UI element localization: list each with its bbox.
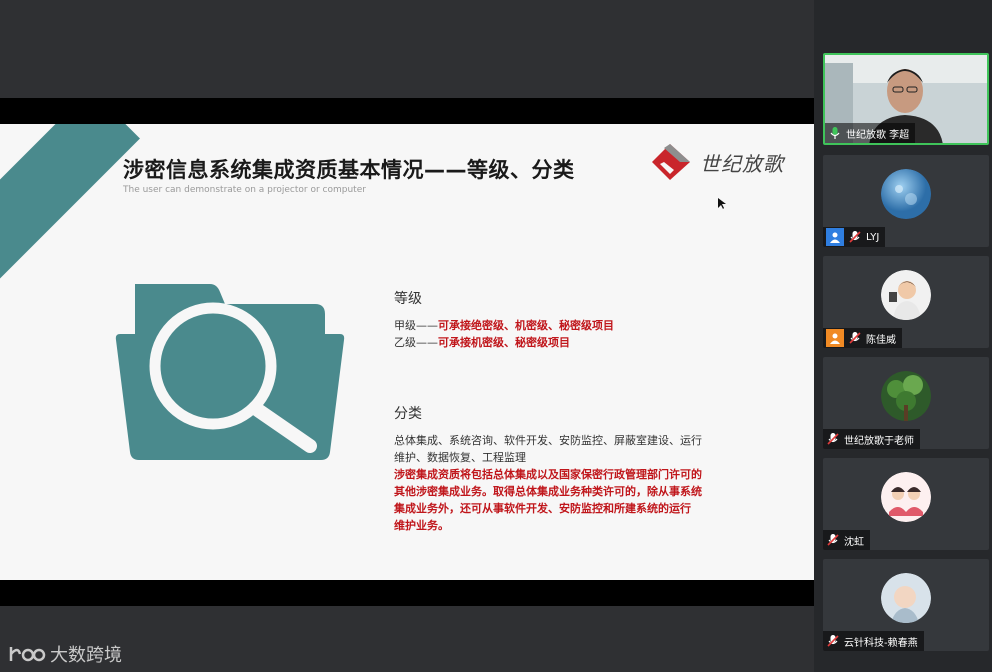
participant-label: 世纪放歌于老师 [823,429,920,449]
watermark-logo-icon [9,647,46,662]
shared-slide: 涉密信息系统集成资质基本情况——等级、分类 The user can demon… [0,124,814,580]
avatar [881,472,931,522]
level-item: 乙级——可承接机密级、秘密级项目 [394,336,570,349]
category-note-line: 其他涉密集成业务。取得总体集成业务种类许可的，除从事系统 [394,485,702,498]
participant-label: 沈虹 [823,530,870,550]
user-icon [826,228,844,246]
category-note-line: 集成业务外，还可从事软件开发、安防监控和所建系统的运行 [394,502,691,515]
participant-label: 世纪放歌 李超 [825,123,916,143]
participant-tile[interactable]: LYJ [823,155,989,247]
mic-on-icon[interactable] [828,126,842,140]
participant-tile[interactable]: 沈虹 [823,458,989,550]
category-heading: 分类 [394,406,422,422]
participant-sidebar[interactable]: 世纪放歌 李超 LYJ 陈佳威 世纪放歌于老师 沈虹 云针科技-赖春燕 [814,0,992,672]
presentation-stage: 涉密信息系统集成资质基本情况——等级、分类 The user can demon… [0,0,814,672]
mic-muted-icon[interactable] [826,533,840,547]
logo-diamond-icon [652,144,690,180]
letterbox-top [0,98,814,124]
category-note-line: 维护业务。 [394,519,449,532]
watermark: 大数跨境 [8,640,122,668]
participant-tile[interactable]: 陈佳威 [823,256,989,348]
watermark-text: 大数跨境 [50,645,122,666]
folder-search-icon [115,284,345,460]
avatar [881,169,931,219]
avatar [881,371,931,421]
mic-muted-icon[interactable] [848,331,862,345]
company-logo: 世纪放歌 [650,138,795,186]
user-icon [826,329,844,347]
category-note-line: 涉密集成资质将包括总体集成以及国家保密行政管理部门许可的 [394,468,702,481]
participant-name: 世纪放歌于老师 [844,435,914,447]
mic-muted-icon[interactable] [848,230,862,244]
participant-name: 沈虹 [844,536,864,548]
mic-muted-icon[interactable] [826,634,840,648]
avatar [881,573,931,623]
letterbox-bottom [0,580,814,606]
slide-subtitle: The user can demonstrate on a projector … [123,185,366,195]
participant-label: LYJ [823,227,886,247]
mic-muted-icon[interactable] [826,432,840,446]
slide-title: 涉密信息系统集成资质基本情况——等级、分类 [123,158,575,182]
logo-text: 世纪放歌 [700,152,784,176]
category-line: 总体集成、系统咨询、软件开发、安防监控、屏蔽室建设、运行 [394,434,702,447]
category-line: 维护、数据恢复、工程监理 [394,451,526,464]
participant-name: LYJ [866,231,880,243]
participant-label: 云针科技-赖春燕 [823,631,924,651]
participant-tile[interactable]: 云针科技-赖春燕 [823,559,989,651]
level-heading: 等级 [394,291,422,307]
participant-name: 云针科技-赖春燕 [844,637,918,649]
participant-label: 陈佳威 [823,328,902,348]
level-item: 甲级——可承接绝密级、机密级、秘密级项目 [394,319,614,332]
participant-tile[interactable]: 世纪放歌 李超 [823,53,989,145]
participant-tile[interactable]: 世纪放歌于老师 [823,357,989,449]
mouse-cursor-icon [718,198,726,209]
participant-name: 世纪放歌 李超 [846,129,910,141]
participant-name: 陈佳威 [866,334,896,346]
avatar [881,270,931,320]
